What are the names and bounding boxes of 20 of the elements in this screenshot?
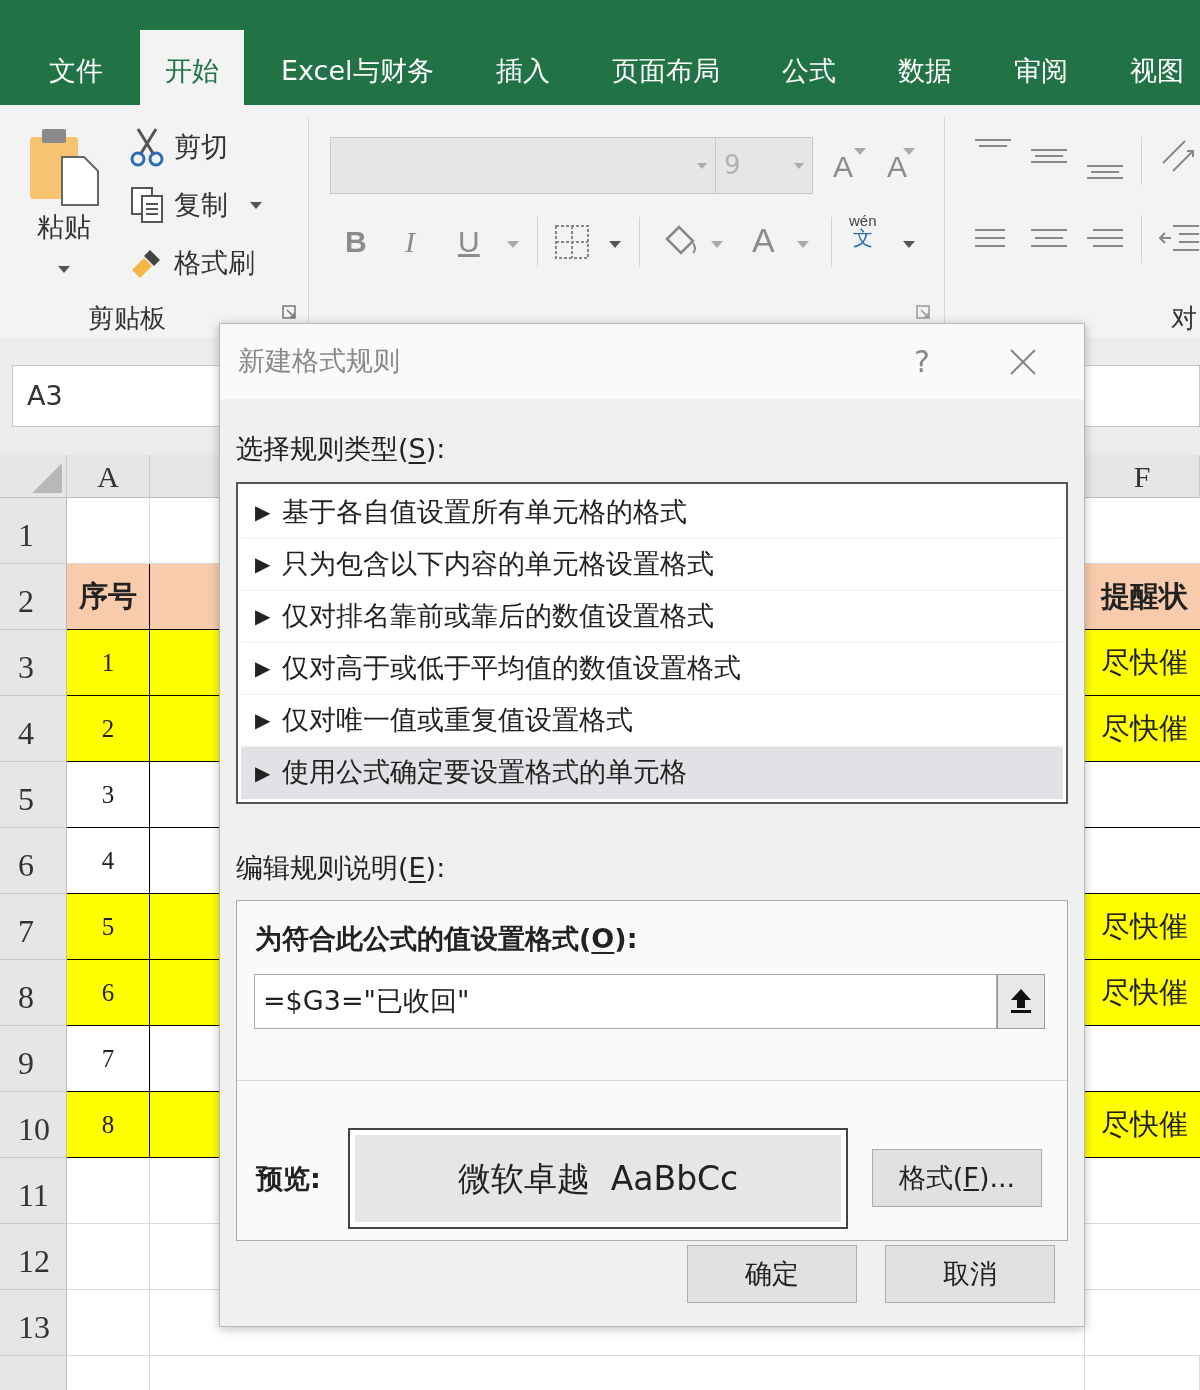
table-cell: 尽快催 [1085, 630, 1200, 696]
table-cell: 6 [67, 960, 150, 1026]
preview-box: 微软卓越 AaBbCc [348, 1128, 848, 1229]
group-label: 剪贴板 [88, 302, 166, 335]
table-cell: 3 [67, 762, 150, 828]
table-cell: 尽快催 [1085, 1092, 1200, 1158]
table-cell: 2 [67, 696, 150, 762]
preview-label: 预览: [256, 1162, 321, 1196]
table-cell: 8 [67, 1092, 150, 1158]
table-cell: 1 [67, 630, 150, 696]
group-label: 对 [1171, 302, 1197, 335]
section-label: 编辑规则说明(E): [235, 850, 447, 885]
table-cell: 尽快催 [1085, 894, 1200, 960]
table-cell: 序号 [67, 564, 150, 630]
formula-label: 为符合此公式的值设置格式(O): [254, 922, 639, 956]
table-cell: 提醒状 [1085, 564, 1200, 630]
table-cell: 5 [67, 894, 150, 960]
section-label: 选择规则类型(S): [235, 432, 447, 466]
table-cell: 尽快催 [1085, 696, 1200, 762]
table-cell: 尽快催 [1085, 960, 1200, 1026]
